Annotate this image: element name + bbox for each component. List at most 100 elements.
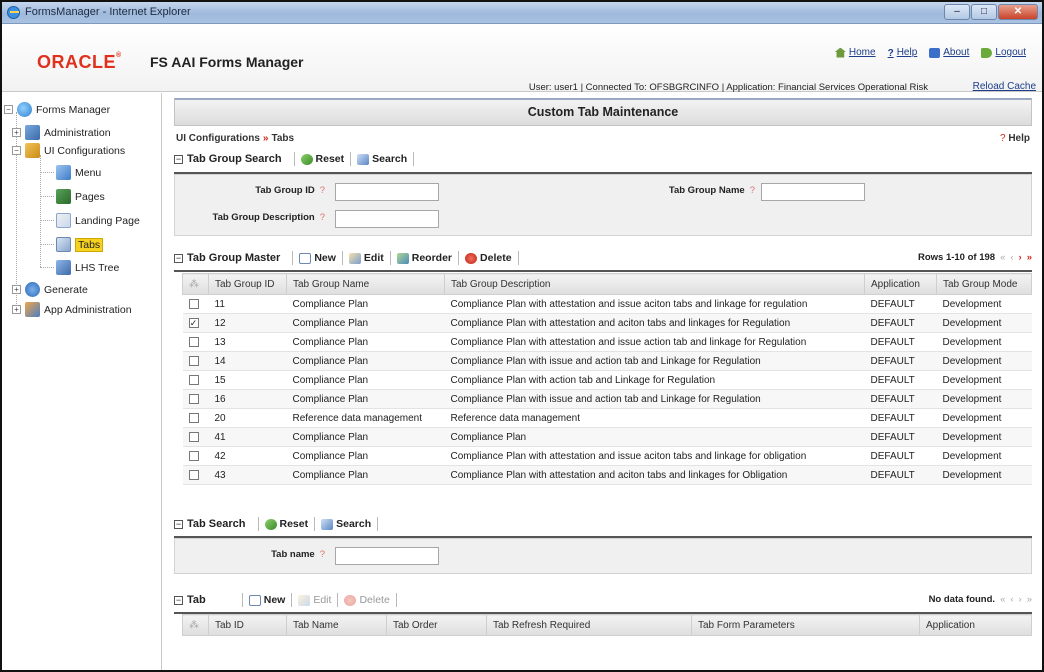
tab-group-id-input[interactable] xyxy=(335,183,439,201)
column-header[interactable]: Tab Form Parameters xyxy=(691,614,920,636)
tab-group-description-input[interactable] xyxy=(335,210,439,228)
table-row[interactable]: ✓ 12 Compliance Plan Compliance Plan with a… xyxy=(182,313,1032,333)
table-row[interactable]: 14 Compliance Plan Compliance Plan with is… xyxy=(182,351,1032,371)
tree-node-app-administration[interactable]: + App Administration xyxy=(12,302,132,317)
reset-button[interactable]: Reset xyxy=(300,153,344,165)
collapse-icon[interactable]: − xyxy=(174,595,183,605)
next-page-button[interactable]: › xyxy=(1019,252,1022,263)
row-checkbox-cell[interactable] xyxy=(182,332,209,352)
row-checkbox-cell[interactable] xyxy=(182,351,209,371)
sort-column-header[interactable]: ⁂ xyxy=(182,273,209,295)
maximize-button[interactable]: □ xyxy=(971,4,997,20)
table-row[interactable]: 20 Reference data management Reference dat… xyxy=(182,408,1032,428)
collapse-icon[interactable]: − xyxy=(12,146,21,155)
expand-icon[interactable]: + xyxy=(12,305,21,314)
next-page-button[interactable]: › xyxy=(1019,594,1022,605)
table-row[interactable]: 41 Compliance Plan Compliance Plan DEFAULT D… xyxy=(182,427,1032,447)
tab-group-id-cell: 15 xyxy=(208,370,287,390)
tab-group-mode-cell: Development xyxy=(936,427,1032,447)
row-checkbox[interactable] xyxy=(188,393,199,404)
table-row[interactable]: 13 Compliance Plan Compliance Plan with at… xyxy=(182,332,1032,352)
row-checkbox-cell[interactable] xyxy=(182,370,209,390)
row-checkbox[interactable] xyxy=(188,355,199,366)
about-link[interactable]: About xyxy=(929,47,969,58)
tree-node-lhs-tree[interactable]: LHS Tree xyxy=(56,260,119,275)
edit-button[interactable]: Edit xyxy=(348,252,384,264)
column-header[interactable]: Tab Group Description xyxy=(444,273,865,295)
expand-icon[interactable]: + xyxy=(12,285,21,294)
tree-node-menu[interactable]: Menu xyxy=(56,165,101,180)
row-checkbox-cell[interactable] xyxy=(182,446,209,466)
row-checkbox[interactable] xyxy=(188,412,199,423)
tree-node-ui-configurations[interactable]: − UI Configurations xyxy=(12,143,125,158)
first-page-button[interactable]: « xyxy=(1000,252,1005,263)
tree-node-pages[interactable]: Pages xyxy=(56,189,105,204)
expand-icon[interactable]: + xyxy=(12,128,21,137)
column-header[interactable]: Application xyxy=(864,273,937,295)
column-header[interactable]: Tab ID xyxy=(208,614,287,636)
table-row[interactable]: 16 Compliance Plan Compliance Plan with is… xyxy=(182,389,1032,409)
tree-node-tabs[interactable]: Tabs xyxy=(56,237,104,252)
new-button[interactable]: New xyxy=(248,594,285,606)
table-row[interactable]: 11 Compliance Plan Compliance Plan with at… xyxy=(182,294,1032,314)
column-header[interactable]: Tab Group Name xyxy=(286,273,445,295)
column-header[interactable]: Application xyxy=(919,614,1032,636)
first-page-button[interactable]: « xyxy=(1000,594,1005,605)
row-checkbox-cell[interactable] xyxy=(182,389,209,409)
minimize-button[interactable]: – xyxy=(944,4,970,20)
new-button[interactable]: New xyxy=(299,252,336,264)
search-button[interactable]: Search xyxy=(321,518,371,530)
close-button[interactable]: ✕ xyxy=(998,4,1038,20)
table-row[interactable]: 15 Compliance Plan Compliance Plan with ac… xyxy=(182,370,1032,390)
tree-node-generate[interactable]: + Generate xyxy=(12,282,88,297)
row-checkbox[interactable] xyxy=(188,336,199,347)
reset-button[interactable]: Reset xyxy=(264,518,308,530)
column-header[interactable]: Tab Refresh Required xyxy=(486,614,692,636)
sort-column-header[interactable]: ⁂ xyxy=(182,614,209,636)
prev-page-button[interactable]: ‹ xyxy=(1010,252,1013,263)
breadcrumb-ui-configurations[interactable]: UI Configurations xyxy=(176,133,260,144)
row-checkbox[interactable] xyxy=(188,431,199,442)
column-header[interactable]: Tab Group Mode xyxy=(936,273,1032,295)
row-checkbox[interactable] xyxy=(188,374,199,385)
home-link[interactable]: Home xyxy=(834,47,876,58)
collapse-icon[interactable]: − xyxy=(174,154,183,164)
column-header[interactable]: Tab Group ID xyxy=(208,273,287,295)
column-header[interactable]: Tab Order xyxy=(386,614,487,636)
row-checkbox[interactable]: ✓ xyxy=(188,317,199,328)
tree-node-administration[interactable]: + Administration xyxy=(12,125,111,140)
collapse-icon[interactable]: − xyxy=(4,105,13,114)
tab-group-name-input[interactable] xyxy=(761,183,865,201)
delete-button[interactable]: Delete xyxy=(344,594,390,606)
tree-node-landing-page[interactable]: Landing Page xyxy=(56,213,140,228)
row-checkbox-cell[interactable] xyxy=(182,294,209,314)
search-button[interactable]: Search xyxy=(357,153,407,165)
last-page-button[interactable]: » xyxy=(1027,252,1032,263)
prev-page-button[interactable]: ‹ xyxy=(1010,594,1013,605)
reorder-button[interactable]: Reorder xyxy=(396,252,452,264)
column-header[interactable]: Tab Name xyxy=(286,614,387,636)
collapse-icon[interactable]: − xyxy=(174,519,183,529)
table-row[interactable]: 42 Compliance Plan Compliance Plan with at… xyxy=(182,446,1032,466)
help-link[interactable]: ? Help xyxy=(888,47,918,59)
row-checkbox-cell[interactable] xyxy=(182,427,209,447)
row-checkbox[interactable] xyxy=(188,450,199,461)
reload-cache-link[interactable]: Reload Cache xyxy=(973,81,1036,92)
table-row[interactable]: 43 Compliance Plan Compliance Plan with at… xyxy=(182,465,1032,485)
collapse-icon[interactable]: − xyxy=(174,253,183,263)
tree-node-forms-manager[interactable]: − Forms Manager xyxy=(4,102,110,117)
user-connection-info: User: user1 | Connected To: OFSBGRCINFO … xyxy=(528,82,928,93)
row-checkbox[interactable] xyxy=(188,469,199,480)
last-page-button[interactable]: » xyxy=(1027,594,1032,605)
tab-group-mode-cell: Development xyxy=(936,351,1032,371)
tab-name-input[interactable] xyxy=(335,547,439,565)
row-checkbox[interactable] xyxy=(188,298,199,309)
logout-link[interactable]: Logout xyxy=(981,47,1026,58)
delete-button[interactable]: Delete xyxy=(465,252,512,264)
application-cell: DEFAULT xyxy=(864,446,937,466)
row-checkbox-cell[interactable] xyxy=(182,408,209,428)
row-checkbox-cell[interactable] xyxy=(182,465,209,485)
row-checkbox-cell[interactable]: ✓ xyxy=(182,313,209,333)
edit-button[interactable]: Edit xyxy=(298,594,331,606)
help-link[interactable]: ? Help xyxy=(1000,133,1030,144)
